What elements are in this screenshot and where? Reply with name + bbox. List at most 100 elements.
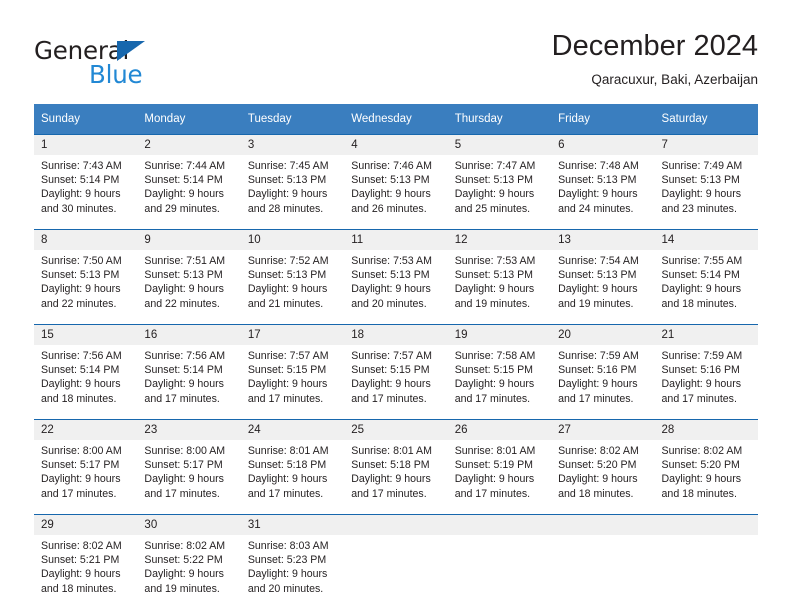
calendar-day-cell[interactable]: 7 Sunrise: 7:49 AM Sunset: 5:13 PM Daylight… bbox=[654, 134, 758, 230]
daylight-text-line1: Daylight: 9 hours bbox=[144, 473, 224, 486]
daylight-text-line2: and 18 minutes. bbox=[41, 582, 117, 595]
sunrise-text: Sunrise: 7:43 AM bbox=[41, 160, 122, 172]
daylight-text-line2: and 17 minutes. bbox=[41, 487, 117, 500]
daylight-text-line2: and 18 minutes. bbox=[661, 487, 737, 500]
daylight-text-line1: Daylight: 9 hours bbox=[144, 188, 224, 201]
calendar-table: Sunday Monday Tuesday Wednesday Thursday… bbox=[34, 104, 758, 609]
day-details: Sunrise: 7:57 AM Sunset: 5:15 PM Daylight:… bbox=[240, 345, 345, 419]
calendar-day-cell[interactable]: 6 Sunrise: 7:48 AM Sunset: 5:13 PM Daylight… bbox=[551, 134, 655, 230]
calendar-day-cell[interactable]: 11 Sunrise: 7:53 AM Sunset: 5:13 PM Dayligh… bbox=[344, 229, 448, 325]
daylight-text-line1: Daylight: 9 hours bbox=[454, 473, 535, 486]
day-number: 24 bbox=[240, 420, 345, 440]
calendar-day-cell[interactable]: 19 Sunrise: 7:58 AM Sunset: 5:15 PM Dayligh… bbox=[447, 324, 552, 420]
sunset-text: Sunset: 5:18 PM bbox=[247, 459, 327, 472]
day-number: 21 bbox=[654, 325, 758, 345]
daylight-text-line2: and 25 minutes. bbox=[454, 202, 531, 215]
day-number: 19 bbox=[447, 325, 552, 345]
daylight-text-line1: Daylight: 9 hours bbox=[558, 378, 638, 391]
calendar-day-cell[interactable]: 29 Sunrise: 8:02 AM Sunset: 5:21 PM Dayligh… bbox=[34, 514, 138, 609]
calendar-week-row: 29 Sunrise: 8:02 AM Sunset: 5:21 PM Dayligh… bbox=[34, 514, 758, 609]
day-number bbox=[344, 515, 448, 535]
calendar-day-cell[interactable]: 25 Sunrise: 8:01 AM Sunset: 5:18 PM Dayligh… bbox=[344, 419, 448, 515]
day-details bbox=[447, 535, 552, 609]
daylight-text-line2: and 21 minutes. bbox=[247, 297, 324, 310]
sunrise-text: Sunrise: 7:46 AM bbox=[351, 160, 432, 172]
daylight-text-line2: and 17 minutes. bbox=[247, 392, 324, 405]
calendar-day-cell[interactable]: 17 Sunrise: 7:57 AM Sunset: 5:15 PM Dayligh… bbox=[240, 324, 345, 420]
calendar-head: Sunday Monday Tuesday Wednesday Thursday… bbox=[34, 104, 758, 135]
calendar-day-cell[interactable]: 18 Sunrise: 7:57 AM Sunset: 5:15 PM Dayligh… bbox=[344, 324, 448, 420]
sunrise-text: Sunrise: 7:56 AM bbox=[144, 350, 226, 362]
calendar-day-cell[interactable]: 20 Sunrise: 7:59 AM Sunset: 5:16 PM Dayligh… bbox=[551, 324, 655, 420]
day-number: 25 bbox=[344, 420, 448, 440]
daylight-text-line1: Daylight: 9 hours bbox=[41, 378, 121, 391]
page-title: December 2024 bbox=[551, 30, 758, 62]
calendar-day-cell[interactable]: 16 Sunrise: 7:56 AM Sunset: 5:14 PM Dayligh… bbox=[137, 324, 241, 420]
sunrise-text: Sunrise: 8:01 AM bbox=[351, 445, 432, 457]
calendar-day-cell[interactable]: 24 Sunrise: 8:01 AM Sunset: 5:18 PM Dayligh… bbox=[240, 419, 345, 515]
calendar-day-cell[interactable]: 15 Sunrise: 7:56 AM Sunset: 5:14 PM Dayligh… bbox=[34, 324, 138, 420]
calendar-day-cell[interactable]: 14 Sunrise: 7:55 AM Sunset: 5:14 PM Dayligh… bbox=[654, 229, 758, 325]
general-blue-logo[interactable]: General Blue bbox=[34, 36, 244, 92]
day-number: 15 bbox=[34, 325, 138, 345]
day-details: Sunrise: 7:52 AM Sunset: 5:13 PM Daylight:… bbox=[240, 250, 345, 324]
calendar-week-row: 1 Sunrise: 7:43 AM Sunset: 5:14 PM Daylight… bbox=[34, 134, 758, 230]
sunset-text: Sunset: 5:14 PM bbox=[41, 174, 120, 187]
sunrise-text: Sunrise: 8:02 AM bbox=[41, 540, 122, 552]
daylight-text-line2: and 19 minutes. bbox=[454, 297, 531, 310]
masthead: General Blue December 2024 Qaracuxur, Ba… bbox=[34, 28, 758, 96]
calendar-day-cell[interactable]: 4 Sunrise: 7:46 AM Sunset: 5:13 PM Daylight… bbox=[344, 134, 448, 230]
calendar-day-cell[interactable]: 12 Sunrise: 7:53 AM Sunset: 5:13 PM Dayligh… bbox=[447, 229, 552, 325]
sunset-text: Sunset: 5:13 PM bbox=[454, 269, 534, 282]
sunset-text: Sunset: 5:21 PM bbox=[41, 554, 120, 567]
day-number: 31 bbox=[240, 515, 345, 535]
day-details: Sunrise: 7:54 AM Sunset: 5:13 PM Daylight:… bbox=[551, 250, 655, 324]
calendar-day-cell[interactable]: 8 Sunrise: 7:50 AM Sunset: 5:13 PM Daylight… bbox=[34, 229, 138, 325]
daylight-text-line1: Daylight: 9 hours bbox=[454, 283, 535, 296]
calendar-day-cell[interactable]: 2 Sunrise: 7:44 AM Sunset: 5:14 PM Daylight… bbox=[137, 134, 241, 230]
daylight-text-line1: Daylight: 9 hours bbox=[247, 473, 328, 486]
day-number: 9 bbox=[137, 230, 241, 250]
day-details: Sunrise: 7:48 AM Sunset: 5:13 PM Daylight:… bbox=[551, 155, 655, 229]
sunset-text: Sunset: 5:13 PM bbox=[351, 269, 430, 282]
sunrise-text: Sunrise: 8:00 AM bbox=[41, 445, 122, 457]
calendar-day-cell[interactable]: 13 Sunrise: 7:54 AM Sunset: 5:13 PM Dayligh… bbox=[551, 229, 655, 325]
sunrise-text: Sunrise: 7:55 AM bbox=[661, 255, 743, 267]
triangle-icon bbox=[117, 41, 145, 61]
calendar-day-cell[interactable]: 23 Sunrise: 8:00 AM Sunset: 5:17 PM Dayligh… bbox=[137, 419, 241, 515]
day-details: Sunrise: 8:01 AM Sunset: 5:19 PM Daylight:… bbox=[447, 440, 552, 514]
day-details: Sunrise: 7:44 AM Sunset: 5:14 PM Daylight:… bbox=[137, 155, 241, 229]
daylight-text-line1: Daylight: 9 hours bbox=[41, 188, 121, 201]
calendar-day-cell[interactable]: 27 Sunrise: 8:02 AM Sunset: 5:20 PM Dayligh… bbox=[551, 419, 655, 515]
sunset-text: Sunset: 5:15 PM bbox=[247, 364, 327, 377]
day-number: 12 bbox=[447, 230, 552, 250]
daylight-text-line2: and 17 minutes. bbox=[351, 392, 427, 405]
calendar-day-cell[interactable]: 28 Sunrise: 8:02 AM Sunset: 5:20 PM Dayligh… bbox=[654, 419, 758, 515]
calendar-day-cell[interactable]: 30 Sunrise: 8:02 AM Sunset: 5:22 PM Dayligh… bbox=[137, 514, 241, 609]
daylight-text-line1: Daylight: 9 hours bbox=[247, 378, 328, 391]
daylight-text-line2: and 20 minutes. bbox=[351, 297, 427, 310]
calendar-day-cell[interactable]: 21 Sunrise: 7:59 AM Sunset: 5:16 PM Dayligh… bbox=[654, 324, 758, 420]
calendar-day-cell[interactable]: 31 Sunrise: 8:03 AM Sunset: 5:23 PM Dayligh… bbox=[240, 514, 345, 609]
calendar-week-row: 22 Sunrise: 8:00 AM Sunset: 5:17 PM Dayligh… bbox=[34, 419, 758, 515]
sunrise-text: Sunrise: 8:02 AM bbox=[558, 445, 639, 457]
calendar-day-cell[interactable]: 9 Sunrise: 7:51 AM Sunset: 5:13 PM Daylight… bbox=[137, 229, 241, 325]
day-details: Sunrise: 7:50 AM Sunset: 5:13 PM Daylight:… bbox=[34, 250, 138, 324]
day-number: 1 bbox=[34, 135, 138, 155]
daylight-text-line1: Daylight: 9 hours bbox=[41, 473, 121, 486]
calendar-day-cell[interactable]: 10 Sunrise: 7:52 AM Sunset: 5:13 PM Dayligh… bbox=[240, 229, 345, 325]
sunrise-text: Sunrise: 7:51 AM bbox=[144, 255, 226, 267]
daylight-text-line2: and 18 minutes. bbox=[41, 392, 117, 405]
calendar-day-cell[interactable]: 26 Sunrise: 8:01 AM Sunset: 5:19 PM Dayligh… bbox=[447, 419, 552, 515]
sunrise-text: Sunrise: 7:48 AM bbox=[558, 160, 639, 172]
calendar-day-cell[interactable]: 1 Sunrise: 7:43 AM Sunset: 5:14 PM Daylight… bbox=[34, 134, 138, 230]
sunset-text: Sunset: 5:13 PM bbox=[661, 174, 740, 187]
calendar-day-cell[interactable]: 5 Sunrise: 7:47 AM Sunset: 5:13 PM Daylight… bbox=[447, 134, 552, 230]
day-number: 11 bbox=[344, 230, 448, 250]
calendar-day-cell[interactable]: 22 Sunrise: 8:00 AM Sunset: 5:17 PM Dayligh… bbox=[34, 419, 138, 515]
calendar-day-cell[interactable]: 3 Sunrise: 7:45 AM Sunset: 5:13 PM Daylight… bbox=[240, 134, 345, 230]
daylight-text-line1: Daylight: 9 hours bbox=[41, 283, 121, 296]
sunset-text: Sunset: 5:20 PM bbox=[661, 459, 740, 472]
sunset-text: Sunset: 5:13 PM bbox=[247, 174, 327, 187]
daylight-text-line1: Daylight: 9 hours bbox=[351, 378, 431, 391]
